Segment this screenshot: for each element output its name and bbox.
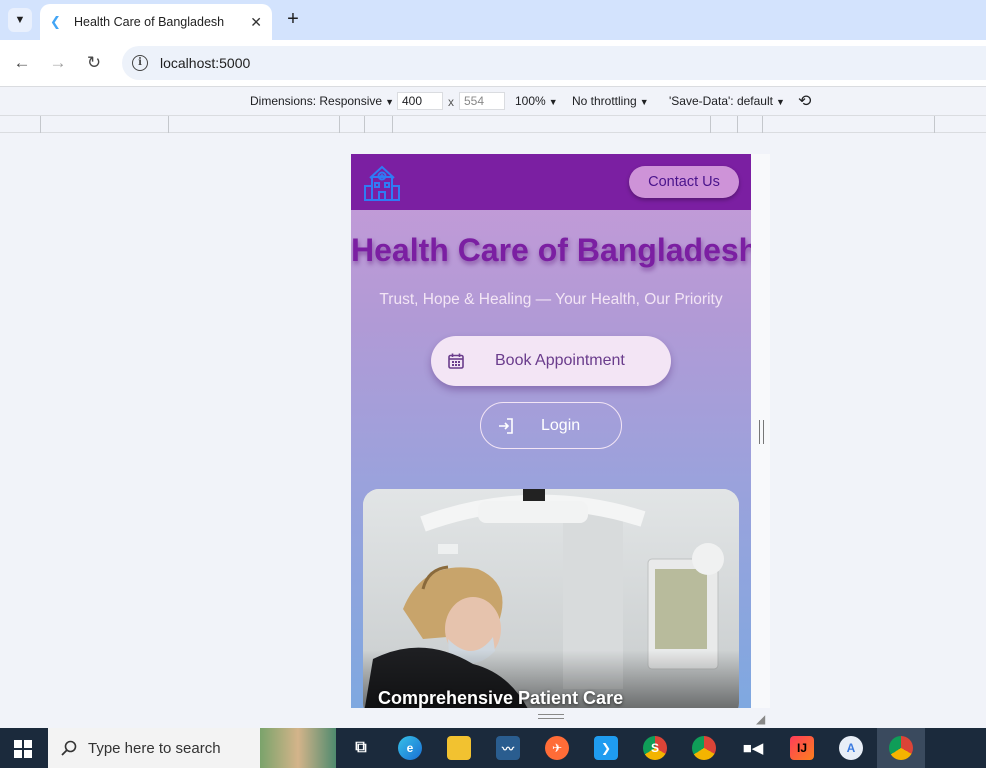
url-text: localhost:5000 <box>160 55 251 71</box>
ruler-marker[interactable] <box>710 116 711 133</box>
chrome-alt-icon[interactable] <box>692 736 716 760</box>
device-viewport: Contact Us Health Care of Bangladesh Tru… <box>351 154 751 708</box>
patient-care-card[interactable]: Comprehensive Patient Care <box>363 489 739 708</box>
ruler-marker[interactable] <box>168 116 169 133</box>
chrome-icon[interactable] <box>889 736 913 760</box>
resize-handle-right[interactable] <box>759 420 764 444</box>
ruler-marker[interactable] <box>392 116 393 133</box>
dimension-separator: x <box>448 95 454 109</box>
dental-clinic-photo <box>363 489 739 708</box>
throttling-label: No throttling <box>572 94 637 108</box>
browser-toolbar: ← → ↻ i localhost:5000 <box>0 40 986 86</box>
login-icon <box>499 417 513 434</box>
hospital-logo-icon[interactable] <box>363 162 401 202</box>
task-view-icon[interactable]: ⧉ <box>349 736 373 760</box>
chrome-profile-icon[interactable]: S <box>643 736 667 760</box>
edge-icon[interactable]: e <box>398 736 422 760</box>
address-bar[interactable]: i localhost:5000 <box>122 46 986 80</box>
search-highlight-image <box>260 728 336 768</box>
save-data-dropdown[interactable]: 'Save-Data': default ▼ <box>669 94 785 108</box>
android-studio-icon[interactable]: A <box>839 736 863 760</box>
caret-down-icon: ▼ <box>775 97 785 107</box>
login-button[interactable]: Login <box>480 402 622 449</box>
card-caption: Comprehensive Patient Care <box>378 688 624 708</box>
browser-tab[interactable]: ❮ Health Care of Bangladesh ✕ <box>40 4 272 40</box>
resize-corner-icon[interactable]: ◢ <box>756 712 765 726</box>
app-header: Contact Us <box>351 154 751 210</box>
flutter-favicon-icon: ❮ <box>50 14 61 29</box>
browser-tabstrip: ▼ ❮ Health Care of Bangladesh ✕ + <box>0 0 986 40</box>
video-icon[interactable]: ■◀ <box>741 736 765 760</box>
caret-down-icon: ▼ <box>639 97 649 107</box>
ruler-marker[interactable] <box>40 116 41 133</box>
postman-icon[interactable]: ✈ <box>545 736 569 760</box>
windows-start-icon[interactable] <box>14 740 32 758</box>
ruler-marker[interactable] <box>934 116 935 133</box>
hero-subtitle: Trust, Hope & Healing — Your Health, Our… <box>379 291 723 308</box>
contact-us-button[interactable]: Contact Us <box>629 166 739 198</box>
ruler-marker[interactable] <box>339 116 340 133</box>
file-explorer-icon[interactable] <box>447 736 471 760</box>
ruler-marker[interactable] <box>364 116 365 133</box>
back-arrow-icon[interactable]: ← <box>10 51 34 75</box>
caret-down-icon: ▼ <box>548 97 558 107</box>
site-info-icon[interactable]: i <box>132 55 148 71</box>
rotate-icon[interactable]: ⟲ <box>798 91 811 111</box>
vscode-icon[interactable]: ❯ <box>594 736 618 760</box>
forward-arrow-icon[interactable]: → <box>46 51 70 75</box>
resize-handle-bottom[interactable] <box>538 714 564 719</box>
height-input[interactable]: 554 <box>459 92 505 110</box>
caret-down-icon: ▼ <box>385 97 394 107</box>
intellij-icon[interactable]: IJ <box>790 736 814 760</box>
reload-icon[interactable]: ↻ <box>82 51 106 75</box>
login-label: Login <box>541 416 581 434</box>
width-input[interactable]: 400 <box>397 92 443 110</box>
book-appointment-button[interactable]: Book Appointment <box>431 336 671 386</box>
dimensions-label: Dimensions: Responsive <box>250 94 383 108</box>
tab-search-chevron-icon[interactable]: ▼ <box>8 8 32 32</box>
mysql-workbench-icon[interactable]: 〰 <box>496 736 520 760</box>
calendar-icon <box>448 353 464 369</box>
search-placeholder: Type here to search <box>88 739 221 757</box>
save-data-label: 'Save-Data': default <box>669 94 773 108</box>
dimensions-dropdown[interactable]: Dimensions: Responsive ▼ <box>250 94 394 108</box>
media-query-ruler <box>0 116 986 133</box>
ruler-marker[interactable] <box>762 116 763 133</box>
windows-taskbar: Type here to search ⧉ e 〰 ✈ ❯ S ■◀ IJ A <box>0 728 986 768</box>
new-tab-button[interactable]: + <box>282 8 304 30</box>
taskbar-search-box[interactable]: Type here to search <box>48 728 336 768</box>
zoom-label: 100% <box>515 94 546 108</box>
search-icon <box>61 740 77 756</box>
book-appointment-label: Book Appointment <box>495 352 625 369</box>
tab-title: Health Care of Bangladesh <box>74 15 225 29</box>
throttling-dropdown[interactable]: No throttling ▼ <box>572 94 649 108</box>
zoom-dropdown[interactable]: 100% ▼ <box>515 94 558 108</box>
tab-close-icon[interactable]: ✕ <box>250 14 262 31</box>
devtools-device-toolbar: Dimensions: Responsive ▼ 400 x 554 100% ▼ … <box>0 86 986 116</box>
ruler-marker[interactable] <box>737 116 738 133</box>
hero-title: Health Care of Bangladesh <box>351 232 751 268</box>
